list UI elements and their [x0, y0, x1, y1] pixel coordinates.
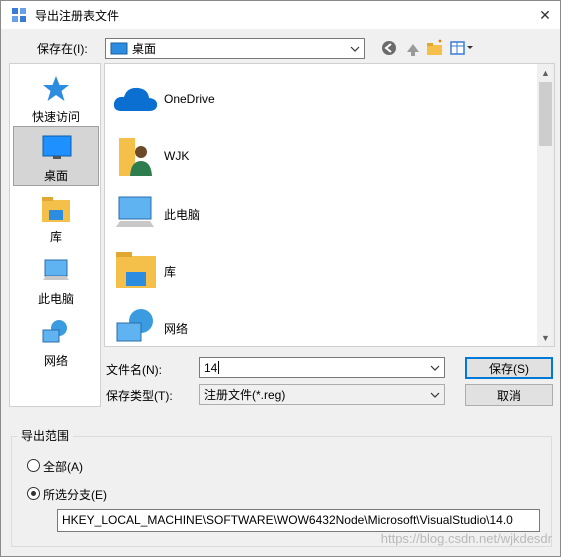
radio-dot — [31, 491, 36, 496]
place-network[interactable]: 网络 — [13, 312, 99, 372]
filename-input[interactable]: 14 — [204, 361, 217, 375]
title-bar: 导出注册表文件 ✕ — [1, 1, 560, 29]
library-icon — [116, 252, 156, 288]
look-in-label: 保存在(I): — [37, 42, 88, 56]
text-cursor — [218, 361, 220, 374]
filetype-value: 注册文件(*.reg) — [204, 388, 286, 402]
file-name: OneDrive — [164, 92, 215, 106]
computer-icon — [43, 259, 69, 280]
list-item[interactable]: 库 — [109, 244, 529, 296]
place-libraries[interactable]: 库 — [13, 188, 99, 248]
chevron-down-icon — [426, 385, 444, 404]
cancel-button[interactable]: 取消 — [465, 384, 553, 406]
export-registry-dialog: 导出注册表文件 ✕ 保存在(I): 桌面 快速访问 桌面 库 此电脑 网络 On… — [0, 0, 561, 557]
list-item[interactable]: OneDrive — [109, 73, 529, 125]
filetype-label: 保存类型(T): — [106, 389, 173, 403]
look-in-value: 桌面 — [132, 42, 157, 56]
places-bar: 快速访问 桌面 库 此电脑 网络 — [9, 63, 101, 407]
desktop-icon — [110, 42, 128, 54]
radio-branch-label: 所选分支(E) — [43, 488, 107, 502]
place-this-pc[interactable]: 此电脑 — [13, 250, 99, 310]
list-item[interactable]: 网络 — [109, 301, 529, 346]
filename-label: 文件名(N): — [106, 363, 162, 377]
network-icon — [42, 320, 67, 343]
export-range-title: 导出范围 — [17, 427, 74, 444]
view-menu-icon[interactable] — [449, 38, 475, 58]
cloud-icon — [113, 87, 158, 111]
user-folder-icon — [119, 138, 152, 176]
library-icon — [42, 197, 70, 222]
back-icon[interactable] — [379, 38, 399, 58]
vertical-scrollbar[interactable]: ▲ ▼ — [537, 64, 554, 346]
file-list[interactable]: OneDrive WJK 此电脑 库 网络 ▲ ▼ — [104, 63, 555, 347]
up-folder-icon[interactable] — [403, 38, 423, 58]
star-icon — [43, 76, 69, 101]
save-button[interactable]: 保存(S) — [465, 357, 553, 379]
place-desktop[interactable]: 桌面 — [13, 126, 99, 186]
list-item[interactable]: WJK — [109, 130, 529, 182]
place-label: 桌面 — [43, 169, 68, 183]
place-label: 此电脑 — [37, 292, 74, 306]
radio-all[interactable] — [27, 459, 40, 472]
registry-icon — [12, 8, 26, 22]
look-in-combo[interactable]: 桌面 — [105, 38, 365, 59]
file-name: WJK — [164, 149, 190, 163]
window-title: 导出注册表文件 — [35, 9, 120, 23]
computer-icon — [116, 196, 154, 227]
close-button[interactable]: ✕ — [530, 1, 560, 29]
scroll-thumb[interactable] — [539, 82, 552, 146]
chevron-down-icon[interactable] — [426, 358, 444, 377]
place-label: 库 — [49, 230, 62, 244]
desktop-icon — [42, 135, 72, 159]
file-name: 库 — [164, 265, 177, 279]
scroll-down-icon[interactable]: ▼ — [537, 329, 554, 346]
new-folder-icon[interactable] — [425, 38, 445, 58]
watermark: https://blog.csdn.net/wjkdesdr — [380, 531, 552, 546]
list-item[interactable]: 此电脑 — [109, 187, 529, 239]
file-name: 此电脑 — [164, 208, 201, 222]
network-icon — [116, 309, 153, 342]
place-quick-access[interactable]: 快速访问 — [13, 68, 99, 128]
close-icon: ✕ — [539, 6, 551, 23]
radio-all-label: 全部(A) — [43, 460, 83, 474]
place-label: 快速访问 — [31, 110, 80, 124]
filename-combo[interactable]: 14 — [199, 357, 445, 378]
branch-path-input[interactable]: HKEY_LOCAL_MACHINE\SOFTWARE\WOW6432Node\… — [57, 509, 540, 532]
radio-selected-branch[interactable] — [27, 487, 40, 500]
place-label: 网络 — [43, 354, 68, 368]
chevron-down-icon — [346, 39, 364, 58]
filetype-select[interactable]: 注册文件(*.reg) — [199, 384, 445, 405]
scroll-up-icon[interactable]: ▲ — [537, 64, 554, 81]
file-name: 网络 — [164, 322, 189, 336]
